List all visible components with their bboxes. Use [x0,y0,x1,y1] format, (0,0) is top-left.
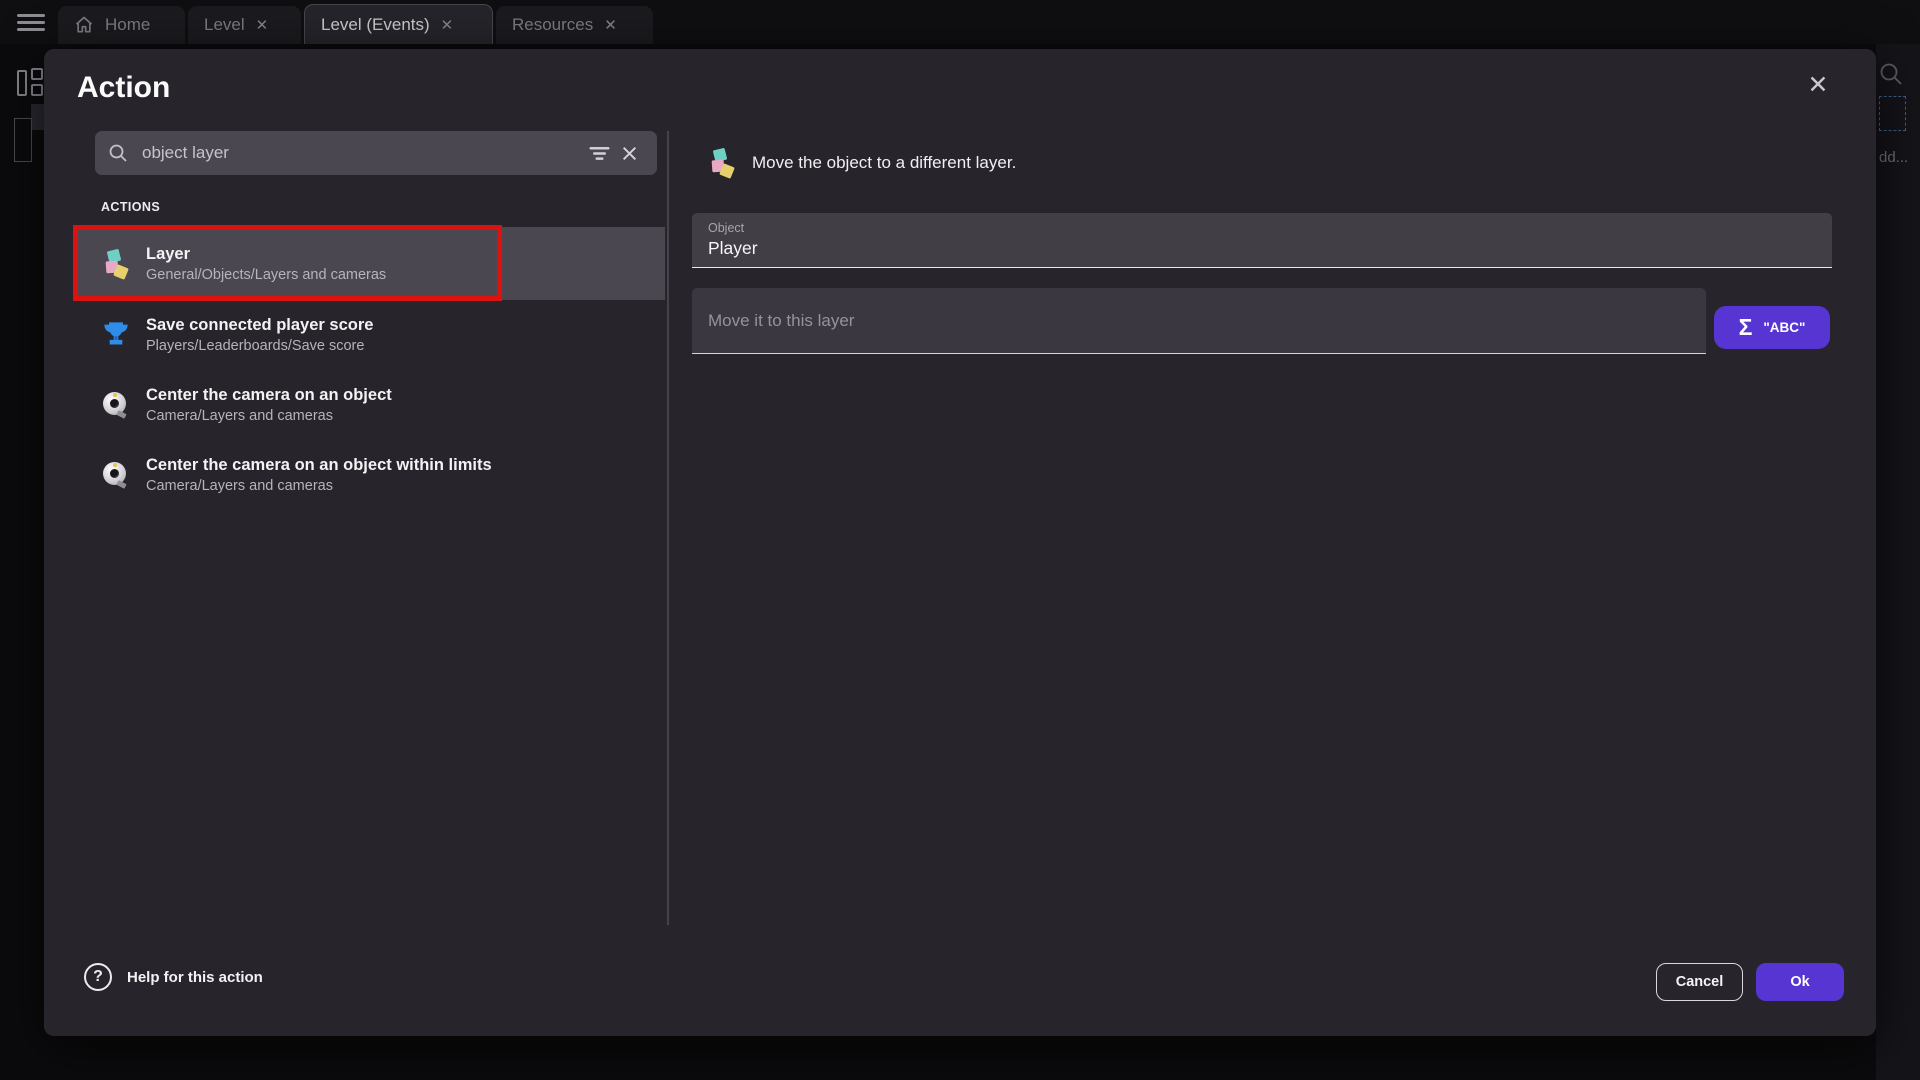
actions-list-header: ACTIONS [101,200,160,214]
dialog-title: Action [77,71,170,105]
action-search-input[interactable]: object layer [95,131,657,175]
tab-level-label: Level [204,15,245,35]
background-right-panel [1876,44,1920,1080]
panel-divider [667,131,669,925]
action-dialog: Action ✕ object layer ACTIONS [44,49,1876,1036]
ok-button[interactable]: Ok [1756,963,1844,1001]
dialog-close-icon[interactable]: ✕ [1800,67,1836,103]
tab-level-close-icon[interactable]: ✕ [256,16,269,34]
object-field-value: Player [708,238,1816,259]
tab-resources-close-icon[interactable]: ✕ [604,16,617,34]
background-dashed-selection [1879,96,1906,131]
action-item-center-camera[interactable]: Center the camera on an object Camera/La… [77,370,665,440]
hamburger-menu-icon[interactable] [17,14,45,31]
action-subtitle: Camera/Layers and cameras [146,478,492,494]
action-subtitle: General/Objects/Layers and cameras [146,267,386,283]
action-subtitle: Players/Leaderboards/Save score [146,338,373,354]
tab-home[interactable]: Home [58,6,185,44]
tab-level-events-label: Level (Events) [321,15,430,35]
tab-home-label: Home [105,15,150,35]
help-label: Help for this action [127,969,263,986]
home-icon [74,15,94,35]
tab-level-events-close-icon[interactable]: ✕ [441,16,454,34]
clear-search-icon[interactable] [614,138,644,168]
object-field-label: Object [708,221,1816,235]
webcam-icon [102,461,132,489]
search-value: object layer [142,143,584,163]
background-outline-box [14,118,32,162]
action-title: Center the camera on an object [146,386,392,405]
tab-level[interactable]: Level ✕ [188,6,301,44]
action-item-center-camera-limits[interactable]: Center the camera on an object within li… [77,440,665,510]
filter-icon[interactable] [584,138,614,168]
expression-editor-button[interactable]: Σ "ABC" [1714,306,1830,349]
background-search-icon [1879,62,1903,91]
cancel-button[interactable]: Cancel [1656,963,1743,1001]
action-title: Layer [146,245,386,264]
layers-icon [102,249,132,279]
object-field[interactable]: Object Player [692,213,1832,268]
tab-level-events[interactable]: Level (Events) ✕ [304,4,493,44]
background-left-patch [31,104,44,130]
top-tab-bar: Home Level ✕ Level (Events) ✕ Resources … [0,0,1920,44]
action-title: Center the camera on an object within li… [146,456,492,475]
panels-layout-icon [17,68,44,96]
webcam-icon [102,391,132,419]
help-link[interactable]: ? Help for this action [84,963,263,991]
layer-input[interactable] [708,311,1690,331]
tab-resources-label: Resources [512,15,593,35]
sigma-icon: Σ [1739,316,1753,339]
action-subtitle: Camera/Layers and cameras [146,408,392,424]
background-truncated-text: dd... [1879,149,1908,166]
action-title: Save connected player score [146,316,373,335]
action-item-save-score[interactable]: Save connected player score Players/Lead… [77,300,665,370]
trophy-icon [102,320,132,350]
action-item-layer[interactable]: Layer General/Objects/Layers and cameras [77,227,665,300]
layer-field [692,288,1706,354]
search-icon [108,143,128,163]
layers-icon [708,148,738,178]
actions-list: Layer General/Objects/Layers and cameras… [77,227,665,510]
expression-button-label: "ABC" [1763,320,1805,335]
action-description: Move the object to a different layer. [752,153,1016,173]
help-icon: ? [84,963,112,991]
tab-resources[interactable]: Resources ✕ [496,6,653,44]
